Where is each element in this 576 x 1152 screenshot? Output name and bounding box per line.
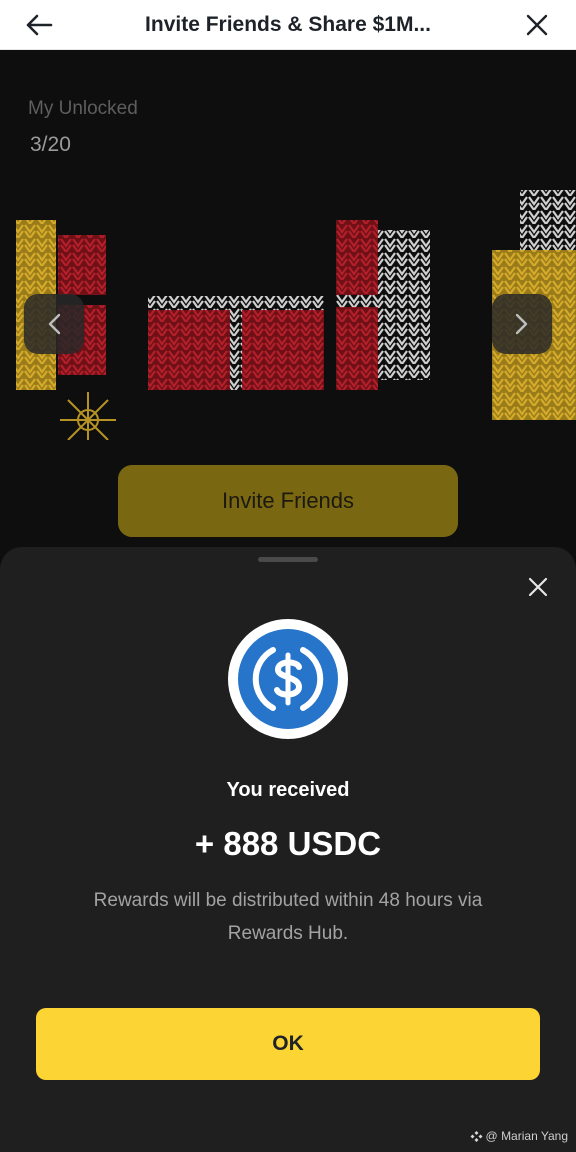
arrow-left-icon	[26, 14, 53, 36]
watermark-text: @ Marian Yang	[485, 1129, 568, 1143]
invite-friends-button[interactable]: Invite Friends	[118, 465, 458, 537]
sheet-close-button[interactable]	[518, 567, 558, 607]
usdc-coin-icon	[238, 629, 338, 729]
usdc-coin	[228, 619, 348, 739]
knit-letters-artwork	[16, 190, 576, 440]
binance-logo-icon	[470, 1130, 483, 1142]
close-button[interactable]	[512, 0, 562, 50]
page-title: Invite Friends & Share $1M...	[145, 13, 431, 36]
watermark: @ Marian Yang	[470, 1129, 568, 1143]
reward-bottom-sheet: You received + 888 USDC Rewards will be …	[0, 547, 576, 1152]
ok-button[interactable]: OK	[36, 1008, 540, 1080]
carousel-prev-button[interactable]	[24, 294, 84, 354]
sheet-drag-handle[interactable]	[258, 557, 318, 562]
close-icon	[528, 577, 548, 597]
distribution-note: Rewards will be distributed within 48 ho…	[93, 890, 483, 944]
unlocked-label: My Unlocked	[28, 98, 138, 119]
reward-amount: + 888 USDC	[194, 825, 382, 862]
received-label: You received	[226, 779, 350, 801]
campaign-page-background: My Unlocked 3/20 Invite Friends	[0, 50, 576, 560]
top-nav-bar: Invite Friends & Share $1M...	[0, 0, 576, 50]
chevron-left-icon	[48, 313, 61, 335]
carousel-next-button[interactable]	[492, 294, 552, 354]
chevron-right-icon	[515, 313, 528, 335]
close-icon	[526, 14, 548, 36]
back-button[interactable]	[14, 0, 64, 50]
